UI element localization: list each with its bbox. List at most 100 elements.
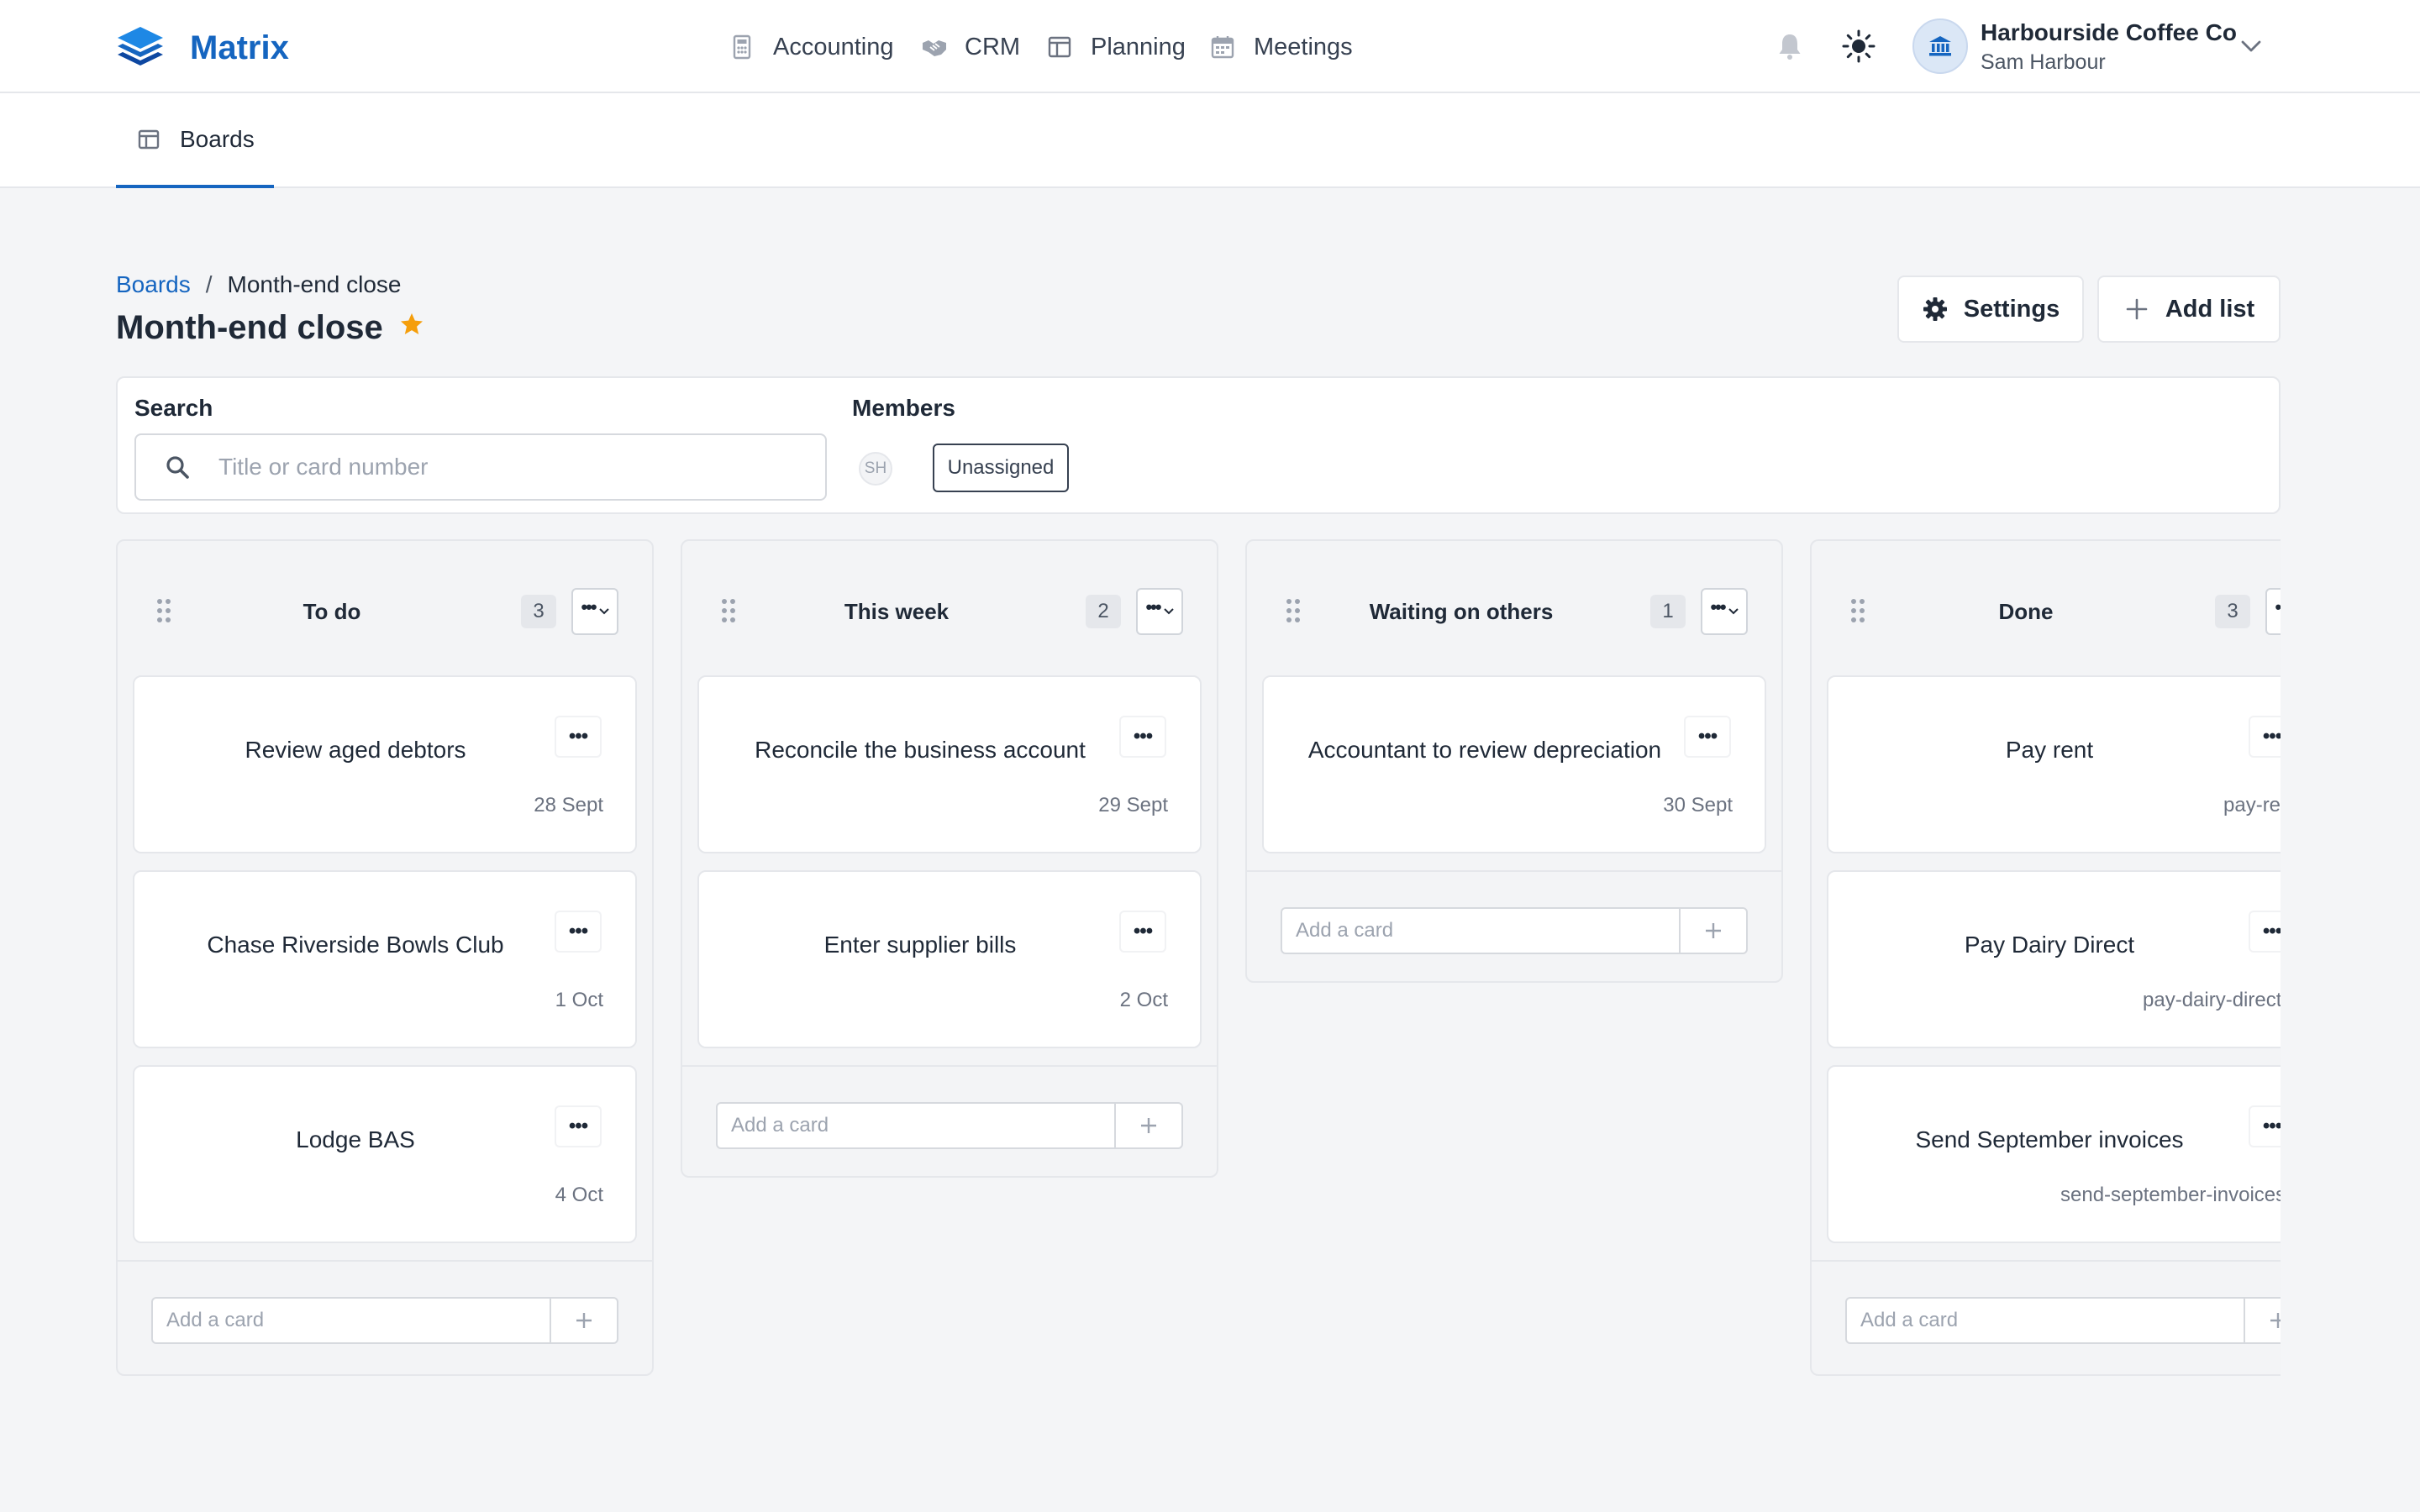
chevron-down-icon [1728, 607, 1739, 616]
add-card-field [151, 1297, 618, 1344]
card[interactable]: Lodge BAS ••• 4 Oct [133, 1065, 637, 1243]
list-menu-button[interactable]: ••• [1136, 588, 1183, 635]
list-title: To do [302, 599, 361, 624]
card-menu-button[interactable]: ••• [2249, 1105, 2281, 1147]
list-footer [1247, 870, 1781, 981]
tab-boards[interactable]: Boards [116, 93, 274, 188]
card-menu-button[interactable]: ••• [555, 911, 602, 953]
breadcrumb-boards-link[interactable]: Boards [116, 270, 191, 299]
card-menu-button[interactable]: ••• [1684, 716, 1731, 758]
card-menu-button[interactable]: ••• [2249, 716, 2281, 758]
card[interactable]: Review aged debtors ••• 28 Sept [133, 675, 637, 853]
card[interactable]: Pay rent ••• pay-rent [1827, 675, 2281, 853]
card-due-date: 1 Oct [555, 989, 603, 1011]
add-card-input[interactable] [153, 1299, 550, 1342]
filter-panel: Search Members SH Unassigned [116, 376, 2281, 514]
add-card-field [1281, 907, 1748, 954]
add-list-button[interactable]: Add list [2097, 276, 2281, 343]
card-slug: pay-dairy-direct [2143, 989, 2281, 1011]
list-title: Waiting on others [1369, 599, 1554, 624]
card-due-date: 4 Oct [555, 1184, 603, 1206]
card[interactable]: Reconcile the business account ••• 29 Se… [697, 675, 1202, 853]
breadcrumb-separator: / [205, 271, 213, 297]
add-card-input[interactable] [1282, 909, 1679, 953]
favourite-star-icon[interactable] [398, 311, 425, 338]
list-footer [1812, 1260, 2281, 1374]
card[interactable]: Enter supplier bills ••• 2 Oct [697, 870, 1202, 1048]
member-avatar[interactable]: SH [859, 452, 892, 486]
account-chevron-down-icon[interactable] [2238, 35, 2264, 57]
add-list-label: Add list [2165, 295, 2255, 323]
card-due-date: 2 Oct [1119, 989, 1168, 1011]
card-menu-button[interactable]: ••• [2249, 911, 2281, 953]
settings-button[interactable]: Settings [1897, 276, 2084, 343]
card-title: Reconcile the business account [755, 737, 1086, 763]
theme-toggle-sun-icon[interactable] [1841, 29, 1876, 64]
brand-name[interactable]: Matrix [190, 29, 289, 67]
list-title: Done [1998, 599, 2054, 624]
handshake-icon [921, 34, 946, 60]
card-title: Chase Riverside Bowls Club [207, 932, 504, 958]
list-column: Waiting on others 1 ••• Accountant to re… [1245, 539, 1783, 983]
card-title: Enter supplier bills [823, 932, 1017, 958]
card[interactable]: Send September invoices ••• send-septemb… [1827, 1065, 2281, 1243]
add-card-button[interactable] [550, 1299, 617, 1342]
list-title: This week [844, 599, 950, 624]
calculator-icon [729, 34, 755, 60]
nav-meetings[interactable]: Meetings [1210, 30, 1353, 64]
search-icon [165, 454, 190, 480]
card[interactable]: Pay Dairy Direct ••• pay-dairy-direct [1827, 870, 2281, 1048]
card-menu-button[interactable]: ••• [555, 716, 602, 758]
search-input[interactable] [218, 454, 756, 480]
add-card-field [716, 1102, 1183, 1149]
list-menu-button[interactable]: ••• [571, 588, 618, 635]
more-dots-icon: ••• [2275, 596, 2281, 617]
card-title: Pay rent [2005, 737, 2094, 763]
drag-handle-icon[interactable] [1850, 598, 1865, 623]
add-card-input[interactable] [718, 1104, 1114, 1147]
list-footer [118, 1260, 652, 1374]
matrix-logo-icon[interactable] [116, 25, 165, 71]
plus-icon [1139, 1116, 1158, 1135]
card-count-badge: 3 [521, 595, 556, 628]
nav-crm[interactable]: CRM [921, 30, 1020, 64]
card-title: Accountant to review depreciation [1307, 737, 1662, 763]
card-menu-button[interactable]: ••• [1119, 716, 1166, 758]
list-header: This week 2 ••• [682, 541, 1217, 675]
list-header: To do 3 ••• [118, 541, 652, 675]
settings-label: Settings [1963, 295, 2060, 323]
card[interactable]: Accountant to review depreciation ••• 30… [1262, 675, 1766, 853]
nav-accounting[interactable]: Accounting [729, 30, 894, 64]
nav-label: CRM [965, 34, 1021, 60]
add-card-button[interactable] [1679, 909, 1746, 953]
card-count-badge: 2 [1086, 595, 1121, 628]
add-card-button[interactable] [1114, 1104, 1181, 1147]
breadcrumb-current: Month-end close [227, 271, 402, 297]
sub-navigation-bar: Boards [0, 93, 2420, 188]
drag-handle-icon[interactable] [1286, 598, 1301, 623]
card[interactable]: Chase Riverside Bowls Club ••• 1 Oct [133, 870, 637, 1048]
list-menu-button[interactable]: ••• [1701, 588, 1748, 635]
card-count-badge: 3 [2215, 595, 2250, 628]
unassigned-filter-chip[interactable]: Unassigned [933, 444, 1069, 492]
search-label: Search [134, 395, 213, 421]
card-menu-button[interactable]: ••• [555, 1105, 602, 1147]
add-card-input[interactable] [1847, 1299, 2244, 1342]
bank-icon [1928, 34, 1953, 58]
more-dots-icon: ••• [1710, 596, 1726, 617]
nav-label: Accounting [773, 34, 894, 60]
add-card-button[interactable] [2244, 1299, 2281, 1342]
organisation-name[interactable]: Harbourside Coffee Co [1981, 18, 2237, 47]
organisation-avatar[interactable] [1912, 18, 1968, 74]
more-dots-icon: ••• [581, 596, 597, 617]
user-name[interactable]: Sam Harbour [1981, 50, 2106, 75]
notifications-bell-icon[interactable] [1776, 32, 1803, 60]
nav-planning[interactable]: Planning [1047, 30, 1186, 64]
top-navigation-bar: Matrix Accounting CRM Planning Meetings … [0, 0, 2420, 93]
drag-handle-icon[interactable] [721, 598, 736, 623]
card-menu-button[interactable]: ••• [1119, 911, 1166, 953]
search-field[interactable] [134, 433, 827, 501]
list-menu-button[interactable]: ••• [2265, 588, 2281, 635]
list-column: To do 3 ••• Review aged debtors ••• 28 S… [116, 539, 654, 1376]
drag-handle-icon[interactable] [156, 598, 171, 623]
